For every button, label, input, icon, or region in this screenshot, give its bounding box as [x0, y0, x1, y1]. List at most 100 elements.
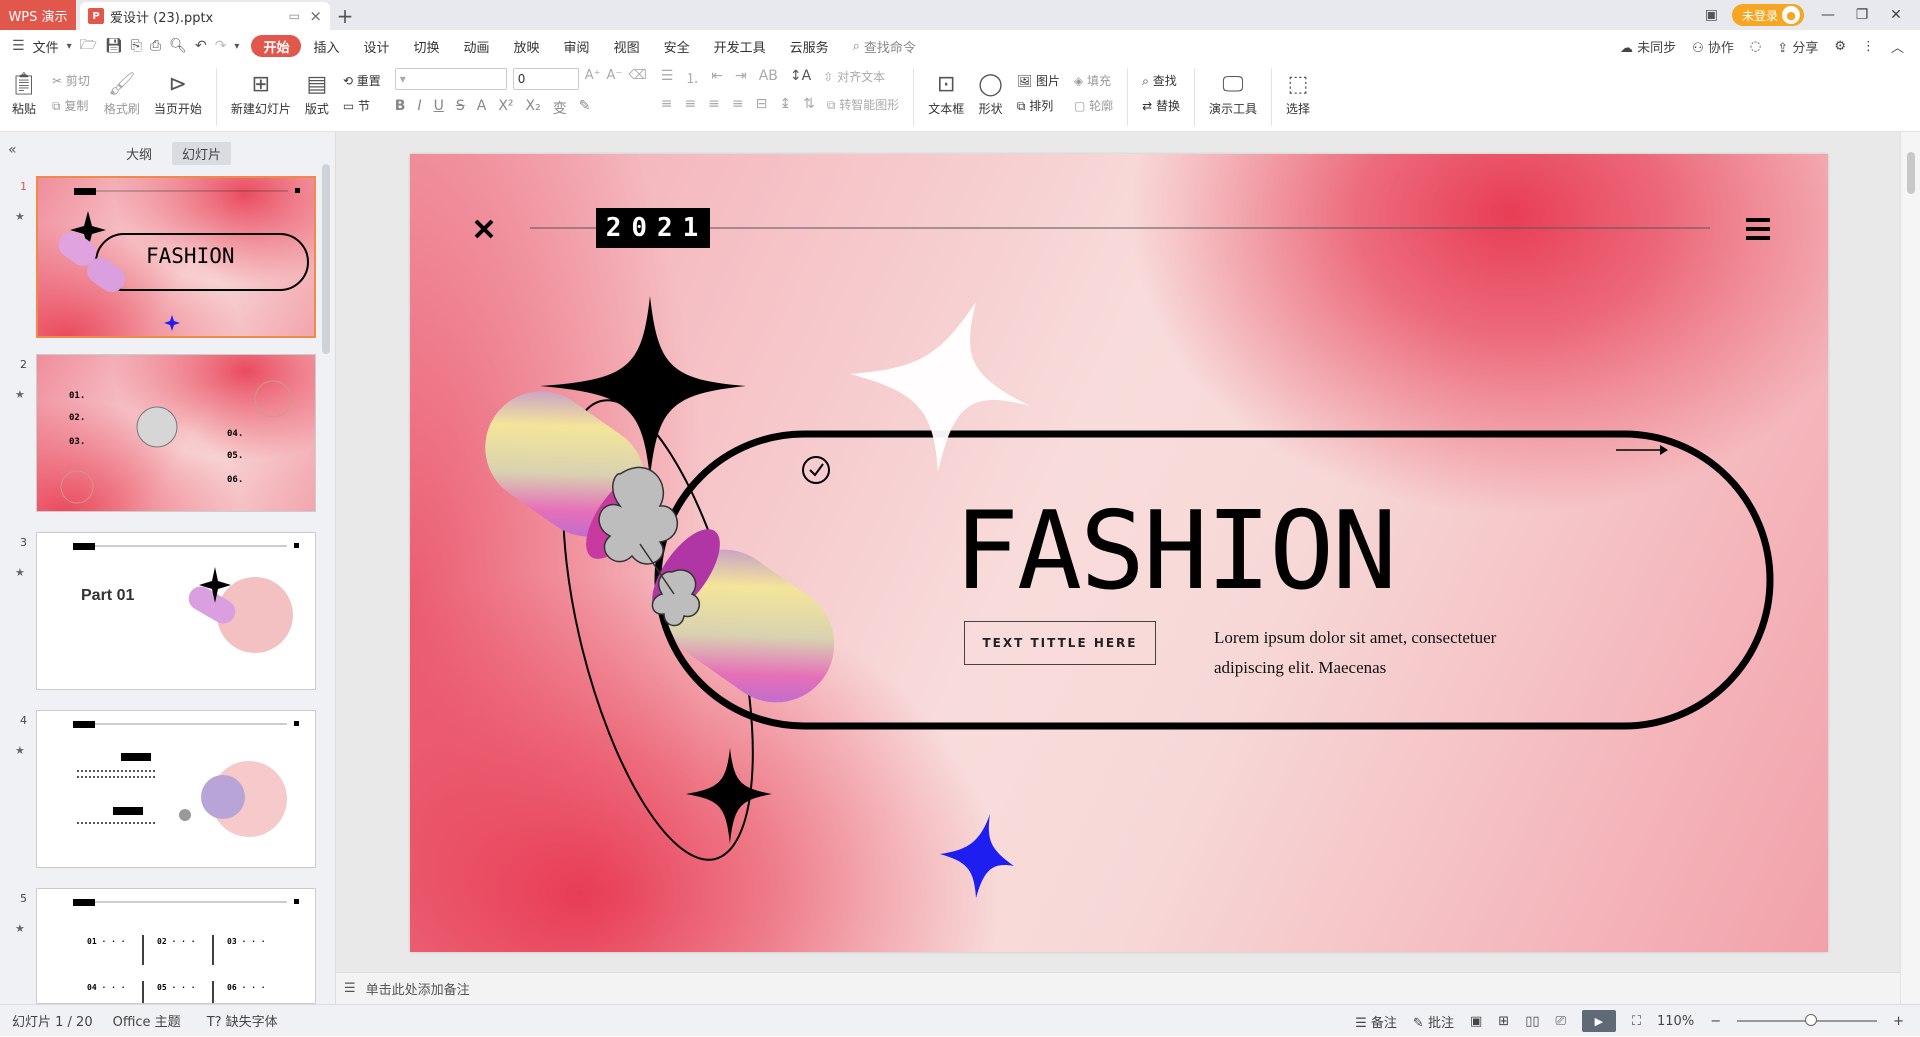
fill-button[interactable]: ◈ 填充: [1074, 72, 1113, 89]
numbering-icon[interactable]: ⒈: [685, 68, 699, 88]
more-icon[interactable]: ⋮: [1862, 39, 1875, 54]
present-tools-button[interactable]: 🖵︎ 演示工具: [1209, 68, 1257, 117]
slide-title[interactable]: FASHION: [954, 489, 1397, 614]
close-window-button[interactable]: ✕: [1886, 7, 1906, 23]
notes-toggle-button[interactable]: ☰ 备注: [1355, 1012, 1397, 1031]
sync-status[interactable]: ☁ 未同步: [1620, 37, 1676, 56]
tab-transitions[interactable]: 切换: [402, 35, 452, 57]
tab-view[interactable]: 视图: [602, 35, 652, 57]
scroll-thumb[interactable]: [1907, 152, 1915, 194]
align-left-icon[interactable]: ≡: [661, 96, 673, 113]
chevron-down-icon[interactable]: ▾: [67, 41, 72, 52]
font-family-select[interactable]: ▾: [394, 68, 507, 90]
font-color-icon[interactable]: A: [477, 98, 487, 118]
body-text[interactable]: Lorem ipsum dolor sit amet, consectetuer…: [1214, 623, 1544, 683]
save-icon[interactable]: 💾︎: [105, 38, 123, 54]
slide-thumbnail[interactable]: 01 · · · 02 · · · 03 · · · 04 · · · 05 ·…: [36, 888, 316, 1004]
print-icon[interactable]: ⎙: [150, 38, 161, 54]
normal-view-icon[interactable]: ▣: [1470, 1014, 1482, 1029]
replace-button[interactable]: ⇄ 替换: [1142, 97, 1180, 114]
current-slide[interactable]: 2021 FASHION TEXT TITTLE HERE Lorem ipsu…: [410, 154, 1828, 952]
redo-icon[interactable]: ↷: [215, 38, 227, 54]
distribute-icon[interactable]: ⊟: [756, 96, 768, 113]
increase-indent-icon[interactable]: ⇥: [735, 68, 747, 88]
text-title-box[interactable]: TEXT TITTLE HERE: [964, 621, 1156, 665]
tab-slides[interactable]: 幻灯片: [172, 141, 232, 165]
zoom-in-icon[interactable]: +: [1893, 1014, 1904, 1029]
play-slideshow-button[interactable]: ▶: [1581, 1010, 1616, 1032]
italic-icon[interactable]: I: [417, 98, 421, 118]
picture-button[interactable]: 🖼︎ 图片: [1017, 72, 1060, 89]
slide-thumbnail[interactable]: 01. 02. 03. 04. 05. 06.: [36, 354, 316, 512]
layout-button[interactable]: ▤ 版式: [305, 68, 329, 117]
smart-shape-button[interactable]: ⧉ 转智能图形: [827, 96, 899, 113]
start-from-current-button[interactable]: ⊳ 当页开始: [154, 68, 202, 117]
copy-button[interactable]: ⧉ 复制: [52, 97, 90, 114]
subscript-icon[interactable]: X₂: [526, 98, 541, 118]
tab-developer[interactable]: 开发工具: [702, 35, 778, 57]
slide-thumbnail[interactable]: [36, 710, 316, 868]
vertical-scrollbar[interactable]: [1900, 132, 1920, 1004]
slide-thumbnail[interactable]: FASHION: [36, 176, 316, 338]
decrease-indent-icon[interactable]: ⇤: [711, 68, 723, 88]
theme-name[interactable]: Office 主题: [113, 1011, 181, 1030]
strikethrough-icon[interactable]: S: [456, 98, 465, 118]
paragraph-spacing-icon[interactable]: ⇅: [803, 96, 815, 113]
share-button[interactable]: ⇪ 分享: [1777, 37, 1818, 56]
align-right-icon[interactable]: ≡: [708, 96, 720, 113]
outline-button[interactable]: ▢ 轮廓: [1074, 97, 1113, 114]
tab-animation[interactable]: 动画: [452, 35, 502, 57]
text-direction-icon[interactable]: ↕A: [790, 68, 811, 88]
open-folder-icon[interactable]: 🗁: [80, 34, 97, 58]
shape-button[interactable]: ◯ 形状: [978, 68, 1003, 117]
zoom-level[interactable]: 110%: [1657, 1014, 1694, 1029]
paste-button[interactable]: 📋︎ 粘贴: [10, 68, 38, 117]
missing-font-button[interactable]: T? 缺失字体: [207, 1011, 278, 1030]
tab-security[interactable]: 安全: [652, 35, 702, 57]
zoom-slider[interactable]: [1737, 1014, 1878, 1026]
tab-insert[interactable]: 插入: [301, 35, 351, 57]
collab-button[interactable]: ⚇ 协作: [1692, 37, 1734, 56]
justify-icon[interactable]: ≡: [732, 96, 744, 113]
bullets-icon[interactable]: ☰: [661, 68, 674, 88]
minimize-button[interactable]: —: [1818, 7, 1838, 23]
year-label[interactable]: 2021: [596, 208, 710, 248]
app-tab[interactable]: WPS 演示: [0, 0, 76, 30]
reading-view-icon[interactable]: ▯▯: [1525, 1014, 1539, 1029]
new-slide-button[interactable]: ⊞ 新建幻灯片: [231, 68, 291, 117]
align-text-button[interactable]: ⇳ 对齐文本: [823, 68, 885, 88]
page-layout-icon[interactable]: ▣: [1705, 7, 1718, 23]
grow-font-icon[interactable]: A⁺: [585, 68, 601, 90]
font-size-select[interactable]: 0: [512, 68, 579, 90]
notes-bar[interactable]: ☰ 单击此处添加备注: [336, 972, 1900, 1004]
quick-access-more-icon[interactable]: ▾: [234, 41, 239, 52]
tab-slideshow[interactable]: 放映: [502, 35, 552, 57]
collapse-ribbon-icon[interactable]: ︿: [1891, 37, 1904, 56]
section-button[interactable]: ▭ 节: [343, 97, 381, 114]
reset-button[interactable]: ⟲ 重置: [343, 72, 381, 89]
restore-button[interactable]: ❐: [1852, 7, 1872, 23]
text-effect-icon[interactable]: 变: [553, 98, 567, 118]
zoom-slider-knob[interactable]: [1805, 1014, 1818, 1026]
export-icon[interactable]: ⎘: [131, 38, 142, 54]
tab-outline[interactable]: 大纲: [116, 142, 162, 165]
underline-icon[interactable]: U: [434, 98, 444, 118]
login-button[interactable]: 未登录 ●: [1731, 4, 1804, 26]
format-painter-button[interactable]: 🖌︎ 格式刷: [104, 68, 140, 117]
sorter-view-icon[interactable]: ⊞: [1498, 1014, 1509, 1029]
arrange-button[interactable]: ⧉ 排列: [1017, 97, 1060, 114]
cut-button[interactable]: ✂ 剪切: [52, 72, 90, 89]
comments-button[interactable]: ✎ 批注: [1413, 1012, 1454, 1031]
document-tab[interactable]: P 爱设计 (23).pptx ▭ ×: [80, 2, 330, 30]
fit-window-icon[interactable]: ⛶: [1632, 1014, 1641, 1029]
tab-design[interactable]: 设计: [351, 35, 401, 57]
shrink-font-icon[interactable]: A⁻: [607, 68, 623, 90]
tab-review[interactable]: 审阅: [552, 35, 602, 57]
undo-icon[interactable]: ↶: [195, 38, 207, 54]
window-mode-icon[interactable]: ▭: [289, 9, 300, 23]
select-button[interactable]: ⬚ 选择: [1286, 68, 1310, 117]
comment-icon[interactable]: ◌: [1750, 39, 1761, 54]
line-spacing-icon[interactable]: ↨: [779, 96, 791, 113]
char-spacing-icon[interactable]: AB: [759, 68, 778, 88]
slide-thumbnail[interactable]: Part 01: [36, 532, 316, 690]
